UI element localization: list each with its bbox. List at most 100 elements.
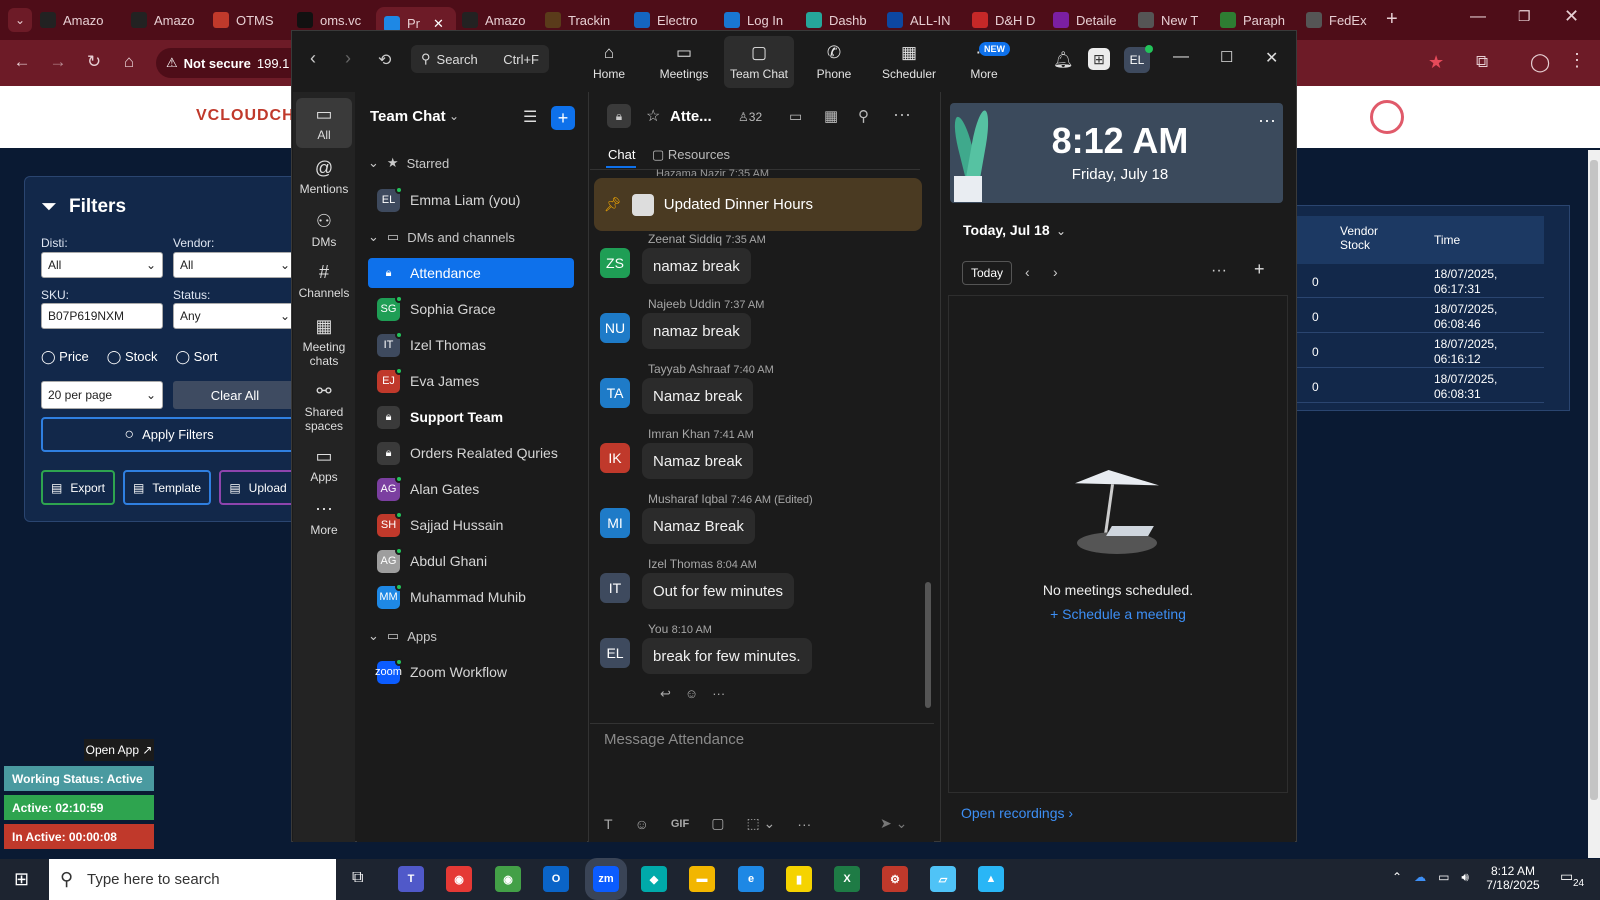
reload-icon[interactable]: ↻	[83, 51, 105, 73]
list-item[interactable]: 🔒︎ Support Team	[368, 402, 574, 432]
profile-icon[interactable]: ◯	[1530, 52, 1550, 73]
restore-browser-button[interactable]: ❐	[1518, 8, 1531, 25]
channel-name[interactable]: Atte...	[670, 108, 712, 125]
star-outline-icon[interactable]: ☆	[646, 106, 660, 126]
status-select[interactable]: Any ⌄	[173, 303, 297, 329]
windows-start-icon[interactable]: ⊞	[14, 869, 29, 890]
upload-button[interactable]: ▤ Upload	[219, 470, 297, 505]
open-recordings-link[interactable]: Open recordings ›	[961, 805, 1073, 821]
zoom-search-box[interactable]: ⚲ Search Ctrl+F	[411, 45, 549, 73]
export-button[interactable]: ▤ Export	[41, 470, 115, 505]
toolbar-home[interactable]: ⌂ Home	[574, 36, 644, 88]
teams-icon[interactable]: T	[398, 866, 424, 892]
browser-tab[interactable]: Amazo	[131, 7, 211, 33]
chrome-profile-icon[interactable]: ◉	[495, 866, 521, 892]
rail-item-dms[interactable]: ⚇ DMs	[293, 205, 355, 255]
close-browser-button[interactable]: ✕	[1564, 6, 1579, 27]
send-icon[interactable]: ➤ ⌄	[880, 815, 907, 832]
network-icon[interactable]: ▭	[1438, 870, 1449, 885]
rail-item-shared-spaces[interactable]: ⚯ Shared spaces	[293, 375, 355, 439]
onedrive-icon[interactable]: ☁	[1414, 870, 1426, 885]
chat-message[interactable]: EL You 8:10 AM break for few minutes.	[600, 622, 920, 678]
outlook-icon[interactable]: O	[543, 866, 569, 892]
volume-icon[interactable]: 🔊︎	[1461, 870, 1469, 885]
rail-item-all[interactable]: ▭ All	[296, 98, 352, 148]
chevron-down-icon[interactable]: ⌄	[1056, 224, 1066, 238]
taskbar-clock[interactable]: 8:12 AM 7/18/2025	[1478, 864, 1548, 892]
dms-section-header[interactable]: ⌄ ▭ DMs and channels	[368, 229, 515, 245]
bell-icon[interactable]: 🔔︎	[1053, 50, 1073, 70]
list-item[interactable]: zoom Zoom Workflow	[368, 657, 574, 687]
table-row[interactable]: 0 18/07/2025, 06:08:46	[1296, 299, 1544, 333]
more-options-icon[interactable]: ···	[893, 104, 911, 125]
toolbar-scheduler[interactable]: ▦ Scheduler	[874, 36, 944, 88]
sku-input[interactable]: B07P619NXM	[41, 303, 163, 329]
new-chat-button[interactable]: +	[551, 106, 575, 130]
open-app-button[interactable]: Open App ↗	[84, 739, 154, 761]
more-options-icon[interactable]: ···	[1211, 262, 1227, 280]
maximize-icon[interactable]: ☐	[1220, 48, 1233, 66]
notification-center-icon[interactable]: ▭	[1560, 868, 1573, 885]
schedule-meeting-link[interactable]: + Schedule a meeting	[998, 606, 1238, 622]
list-item[interactable]: 🔒︎ Attendance	[368, 258, 574, 288]
rail-item-more[interactable]: ⋯ More	[293, 493, 355, 543]
sort-radio[interactable]: ◯ Sort	[175, 349, 217, 365]
toolbar-team-chat[interactable]: ▢ Team Chat	[724, 36, 794, 88]
address-bar[interactable]: ⚠ Not secure 199.1	[156, 48, 306, 78]
starred-section-header[interactable]: ⌄ ★ Starred	[368, 155, 449, 171]
tab-search-button[interactable]: ⌄	[8, 8, 32, 32]
chat-scrollbar[interactable]	[925, 582, 931, 708]
gift-icon[interactable]: ⊞	[1088, 48, 1110, 70]
chat-message[interactable]: ZS Zeenat Siddiq 7:35 AM namaz break	[600, 232, 920, 288]
more-options-icon[interactable]: ···	[797, 816, 811, 832]
task-view-icon[interactable]: ⧉	[352, 869, 363, 887]
more-options-icon[interactable]: ···	[712, 686, 725, 702]
taskbar-search[interactable]: Type here to search	[49, 859, 336, 900]
search-icon[interactable]: ⚲	[858, 107, 869, 125]
toolbar-phone[interactable]: ✆ Phone	[799, 36, 869, 88]
chevron-down-icon[interactable]: ⌄	[449, 109, 459, 123]
emoji-icon[interactable]: ☺	[635, 816, 649, 832]
vendor-select[interactable]: All ⌄	[173, 252, 297, 278]
pinned-message[interactable]: 📌︎ Updated Dinner Hours	[594, 178, 922, 231]
apps-section-header[interactable]: ⌄ ▭ Apps	[368, 628, 437, 644]
forward-arrow-icon[interactable]: ›	[345, 48, 351, 69]
chevron-right-icon[interactable]: ›	[1053, 264, 1058, 280]
browser-menu-icon[interactable]: ⋮	[1568, 50, 1586, 71]
tool-icon[interactable]: ⚙	[882, 866, 908, 892]
table-row[interactable]: 0 18/07/2025, 06:17:31	[1296, 264, 1544, 298]
tab-resources[interactable]: ▢ Resources	[652, 147, 730, 163]
team-chat-title[interactable]: Team Chat	[370, 108, 446, 125]
page-scrollbar-thumb[interactable]	[1590, 160, 1598, 800]
reply-icon[interactable]: ↩	[660, 686, 671, 702]
table-row[interactable]: 0 18/07/2025, 06:08:31	[1296, 369, 1544, 403]
clear-all-button[interactable]: Clear All	[173, 381, 297, 409]
price-radio[interactable]: ◯ Price	[41, 349, 89, 365]
close-icon[interactable]: ✕	[1265, 48, 1278, 68]
rail-item-meeting-chats[interactable]: ▦ Meeting chats	[293, 310, 355, 374]
more-options-icon[interactable]: ···	[1258, 110, 1276, 131]
chevron-left-icon[interactable]: ‹	[1025, 264, 1030, 280]
browser-tab[interactable]: OTMS	[213, 7, 293, 33]
browser-tab[interactable]: FedEx	[1306, 7, 1386, 33]
screenshot-icon[interactable]: ⬚ ⌄	[746, 815, 775, 832]
zoom-icon[interactable]: zm	[585, 858, 627, 900]
chat-message[interactable]: IT Izel Thomas 8:04 AM Out for few minutes	[600, 557, 920, 613]
history-icon[interactable]: ⟲	[378, 50, 391, 70]
photos-app-icon[interactable]: ▲	[978, 866, 1004, 892]
file-explorer-icon[interactable]: ▬	[689, 866, 715, 892]
emoji-icon[interactable]: ☺	[685, 686, 698, 702]
user-account-icon[interactable]	[1370, 100, 1404, 134]
filter-icon[interactable]: ☰	[523, 107, 537, 127]
chat-message[interactable]: NU Najeeb Uddin 7:37 AM namaz break	[600, 297, 920, 353]
excel-icon[interactable]: X	[834, 866, 860, 892]
rail-item-mentions[interactable]: @ Mentions	[293, 152, 355, 202]
list-item[interactable]: AG Abdul Ghani	[368, 546, 574, 576]
list-item[interactable]: MM Muhammad Muhib	[368, 582, 574, 612]
minimize-icon[interactable]: —	[1173, 48, 1189, 66]
vscode-remote-icon[interactable]: ◆	[641, 866, 667, 892]
calendar-icon[interactable]: ▦	[824, 107, 838, 125]
back-arrow-icon[interactable]: ←	[11, 51, 33, 73]
list-item[interactable]: AG Alan Gates	[368, 474, 574, 504]
today-date-label[interactable]: Today, Jul 18	[963, 222, 1050, 238]
